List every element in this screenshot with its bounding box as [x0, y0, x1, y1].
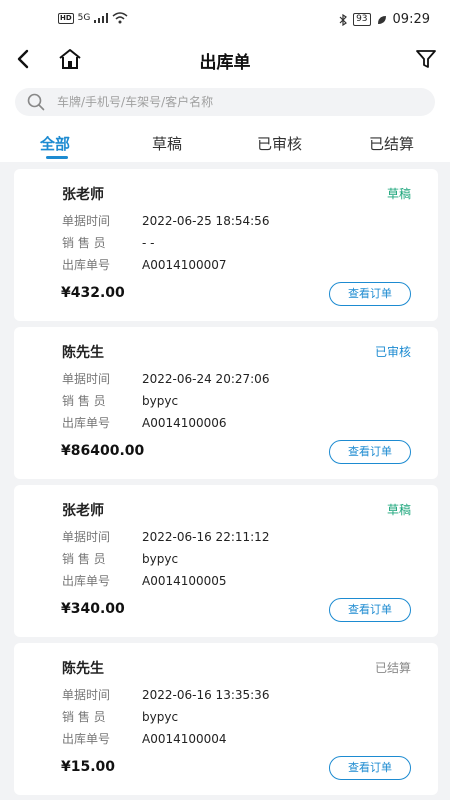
active-tab-indicator [46, 156, 68, 159]
seller-label: 销 售 员 [62, 552, 106, 566]
time-value: 2022-06-16 22:11:12 [142, 530, 270, 544]
order-amount: ¥432.00 [61, 285, 125, 301]
order-amount: ¥15.00 [61, 759, 116, 775]
customer-name: 张老师 [62, 187, 104, 203]
tab-all[interactable]: 全部 [40, 133, 70, 154]
order-no-row: 出库单号 A0014100007 [62, 256, 227, 272]
app-header: 出库单 [0, 40, 450, 78]
seller-row: 销 售 员 bypyc [62, 550, 178, 566]
status-bar: HD 5G 93 09:29 [0, 0, 450, 40]
seller-label: 销 售 员 [62, 236, 106, 250]
order-no-label: 出库单号 [62, 574, 111, 588]
view-order-button[interactable]: 查看订单 [329, 756, 411, 780]
status-badge: 已结算 [374, 661, 411, 675]
seller-label: 销 售 员 [62, 710, 106, 724]
order-no-label: 出库单号 [62, 258, 111, 272]
status-badge: 已审核 [374, 345, 411, 359]
customer-name: 陈先生 [62, 661, 104, 677]
order-card[interactable]: 张老师 草稿 单据时间 2022-06-25 18:54:56 销 售 员- - … [14, 169, 438, 321]
seller-value: - - [142, 236, 155, 250]
order-no-label: 出库单号 [62, 416, 111, 430]
order-no-value: A0014100004 [142, 732, 227, 746]
time-label: 单据时间 [62, 372, 111, 386]
order-card[interactable]: 陈先生 已结算 单据时间 2022-06-16 13:35:36 销 售 员 byp… [14, 643, 438, 795]
clock: 09:29 [392, 12, 430, 27]
order-card[interactable]: 陈先生 已审核 单据时间 2022-06-24 20:27:06 销 售 员 byp… [14, 327, 438, 479]
order-amount: ¥340.00 [61, 601, 125, 617]
seller-row: 销 售 员- - [62, 234, 154, 250]
time-label: 单据时间 [62, 688, 111, 702]
order-card[interactable]: 张老师 草稿 单据时间 2022-06-16 22:11:12 销 售 员 bypy… [14, 485, 438, 637]
search-input[interactable] [57, 92, 417, 112]
order-no-value: A0014100005 [142, 574, 227, 588]
time-row: 单据时间 2022-06-24 20:27:06 [62, 370, 269, 386]
battery-indicator: 93 [353, 13, 371, 26]
time-row: 单据时间 2022-06-16 13:35:36 [62, 686, 269, 702]
order-no-value: A0014100007 [142, 258, 227, 272]
time-row: 单据时间 2022-06-25 18:54:56 [62, 212, 269, 228]
tab-draft[interactable]: 草稿 [152, 133, 182, 154]
status-tabs: 全部 草稿 已审核 已结算 [0, 128, 450, 162]
status-badge: 草稿 [386, 503, 411, 517]
filter-icon [416, 50, 436, 68]
view-order-button[interactable]: 查看订单 [329, 440, 411, 464]
status-badge: 草稿 [386, 187, 411, 201]
search-bar[interactable] [15, 88, 435, 116]
time-row: 单据时间 2022-06-16 22:11:12 [62, 528, 269, 544]
time-value: 2022-06-24 20:27:06 [142, 372, 270, 386]
network-label: 5G [77, 13, 91, 23]
order-no-row: 出库单号 A0014100004 [62, 730, 227, 746]
page-title: 出库单 [199, 53, 251, 73]
seller-label: 销 售 员 [62, 394, 106, 408]
wifi-icon [112, 12, 128, 24]
tab-audited[interactable]: 已审核 [257, 133, 302, 154]
view-order-button[interactable]: 查看订单 [329, 598, 411, 622]
search-bar-container [0, 78, 450, 128]
seller-row: 销 售 员 bypyc [62, 708, 178, 724]
time-value: 2022-06-16 13:35:36 [142, 688, 270, 702]
seller-value: bypyc [142, 552, 179, 566]
leaf-icon [377, 15, 386, 24]
bluetooth-icon [339, 13, 348, 26]
order-amount: ¥86400.00 [61, 443, 145, 459]
order-no-row: 出库单号 A0014100006 [62, 414, 227, 430]
time-label: 单据时间 [62, 530, 111, 544]
search-icon [27, 93, 45, 111]
order-no-value: A0014100006 [142, 416, 227, 430]
customer-name: 张老师 [62, 503, 104, 519]
time-value: 2022-06-25 18:54:56 [142, 214, 270, 228]
seller-value: bypyc [142, 710, 179, 724]
order-no-row: 出库单号 A0014100005 [62, 572, 227, 588]
hd-badge: HD [58, 12, 74, 24]
filter-button[interactable] [413, 46, 439, 72]
seller-row: 销 售 员 bypyc [62, 392, 178, 408]
order-no-label: 出库单号 [62, 732, 111, 746]
time-label: 单据时间 [62, 214, 111, 228]
status-bar-left: HD 5G [58, 12, 128, 24]
view-order-button[interactable]: 查看订单 [329, 282, 411, 306]
seller-value: bypyc [142, 394, 179, 408]
status-bar-right: 93 09:29 [339, 12, 430, 27]
tab-settled[interactable]: 已结算 [369, 133, 414, 154]
signal-icon [94, 13, 109, 23]
customer-name: 陈先生 [62, 345, 104, 361]
